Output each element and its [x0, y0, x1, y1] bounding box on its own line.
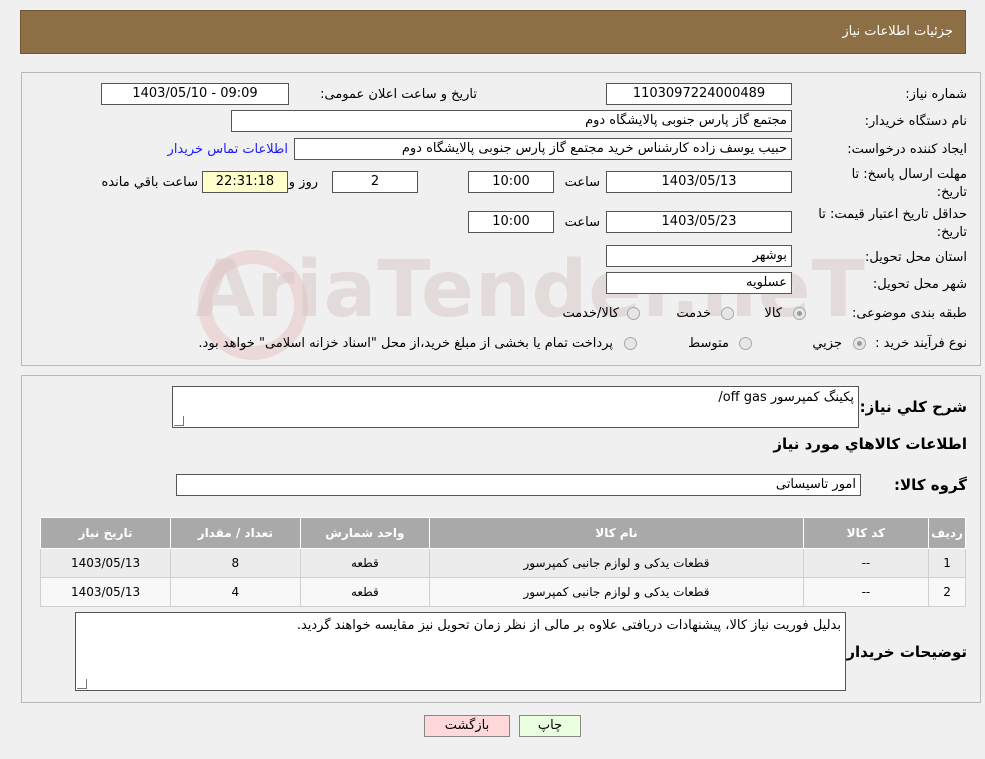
cell-row-number: 1	[928, 548, 966, 578]
announce-label: تاریخ و ساعت اعلان عمومی:	[320, 87, 477, 102]
process-medium-radio[interactable]	[739, 337, 752, 350]
city-field: عسلویه	[606, 272, 792, 294]
remaining-label: ساعت باقي مانده	[101, 175, 198, 190]
announce-field: 1403/05/10 - 09:09	[101, 83, 289, 105]
province-field: بوشهر	[606, 245, 792, 267]
deadline-time-label: ساعت	[564, 175, 600, 190]
days-label: روز و	[288, 175, 318, 190]
col-date-header: تاريخ نياز	[39, 517, 172, 549]
cell-unit: قطعه	[299, 548, 431, 578]
buyer-notes-resize-grip[interactable]	[77, 679, 87, 689]
description-label: شرح کلي نياز:	[859, 398, 967, 416]
table-row: 2 -- قطعات یدکی و لوازم جانبی کمپرسور قط…	[39, 577, 966, 607]
category-service-label: خدمت	[676, 306, 711, 321]
buyer-org-field: مجتمع گاز پارس جنوبی پالایشگاه دوم	[231, 110, 792, 132]
deadline-date-field: 1403/05/13	[606, 171, 792, 193]
cell-date: 1403/05/13	[39, 548, 172, 578]
category-goods-service-radio[interactable]	[627, 307, 640, 320]
cell-quantity: 8	[170, 548, 301, 578]
col-name-header: نام کالا	[429, 517, 804, 549]
description-resize-grip[interactable]	[174, 416, 184, 426]
description-textarea[interactable]: پکینگ کمپرسور off gas/	[172, 386, 859, 428]
remaining-time-field: 22:31:18	[202, 171, 288, 193]
process-minor-radio[interactable]	[853, 337, 866, 350]
category-goods-radio[interactable]	[793, 307, 806, 320]
city-label: شهر محل تحویل:	[872, 277, 967, 292]
province-label: استان محل تحویل:	[865, 250, 967, 265]
col-code-header: کد کالا	[802, 517, 930, 549]
need-number-field: 1103097224000489	[606, 83, 792, 105]
col-quantity-header: تعداد / مقدار	[170, 517, 301, 549]
category-label: طبقه بندی موضوعی:	[851, 306, 967, 321]
goods-group-label: گروه کالا:	[894, 476, 967, 494]
creator-label: ایجاد کننده درخواست:	[847, 142, 967, 157]
creator-field: حبیب یوسف زاده کارشناس خرید مجتمع گاز پا…	[294, 138, 792, 160]
goods-table-header-row: رديف کد کالا نام کالا واحد شمارش تعداد /…	[39, 517, 966, 549]
cell-row-number: 2	[928, 577, 966, 607]
cell-quantity: 4	[170, 577, 301, 607]
validity-date-field: 1403/05/23	[606, 211, 792, 233]
deadline-label: مهلت ارسال پاسخ: تا	[851, 167, 967, 182]
cell-name: قطعات یدکی و لوازم جانبی کمپرسور	[429, 577, 804, 607]
validity-label-2: تاریخ:	[936, 225, 967, 240]
validity-time-label: ساعت	[564, 215, 600, 230]
process-label: نوع فرآیند خرید :	[875, 336, 967, 351]
cell-date: 1403/05/13	[39, 577, 172, 607]
process-minor-label: جزیي	[812, 336, 842, 351]
back-button[interactable]: بازگشت	[424, 715, 510, 737]
buyer-org-label: نام دستگاه خریدار:	[864, 114, 967, 129]
col-row-header: رديف	[928, 517, 966, 549]
days-remaining-field: 2	[332, 171, 418, 193]
payment-note: پرداخت تمام یا بخشی از مبلغ خرید،از محل …	[198, 336, 613, 351]
print-button[interactable]: چاپ	[519, 715, 581, 737]
cell-name: قطعات یدکی و لوازم جانبی کمپرسور	[429, 548, 804, 578]
process-medium-label: متوسط	[688, 336, 729, 351]
goods-section-title: اطلاعات کالاهاي مورد نياز	[773, 435, 967, 453]
goods-table: رديف کد کالا نام کالا واحد شمارش تعداد /…	[39, 517, 966, 607]
contact-buyer-link[interactable]: اطلاعات تماس خریدار	[168, 142, 288, 157]
page-header: جزئیات اطلاعات نیاز	[20, 10, 966, 54]
category-service-radio[interactable]	[721, 307, 734, 320]
goods-group-field: امور تاسیساتی	[176, 474, 861, 496]
cell-code: --	[802, 577, 930, 607]
need-number-label: شماره نیاز:	[905, 87, 967, 102]
col-unit-header: واحد شمارش	[299, 517, 431, 549]
deadline-time-field: 10:00	[468, 171, 554, 193]
buyer-notes-label: توضیحات خریدار:	[840, 643, 967, 661]
table-row: 1 -- قطعات یدکی و لوازم جانبی کمپرسور قط…	[39, 548, 966, 578]
cell-code: --	[802, 548, 930, 578]
deadline-label-2: تاریخ:	[936, 185, 967, 200]
payment-treasury-radio[interactable]	[624, 337, 637, 350]
category-goods-service-label: کالا/خدمت	[562, 306, 619, 321]
category-goods-label: کالا	[764, 306, 782, 321]
cell-unit: قطعه	[299, 577, 431, 607]
buyer-notes-textarea[interactable]: بدلیل فوریت نیاز کالا، پیشنهادات دریافتی…	[75, 612, 846, 691]
validity-time-field: 10:00	[468, 211, 554, 233]
page-title: جزئیات اطلاعات نیاز	[842, 24, 953, 39]
validity-label: حداقل تاریخ اعتبار قیمت: تا	[818, 207, 967, 222]
